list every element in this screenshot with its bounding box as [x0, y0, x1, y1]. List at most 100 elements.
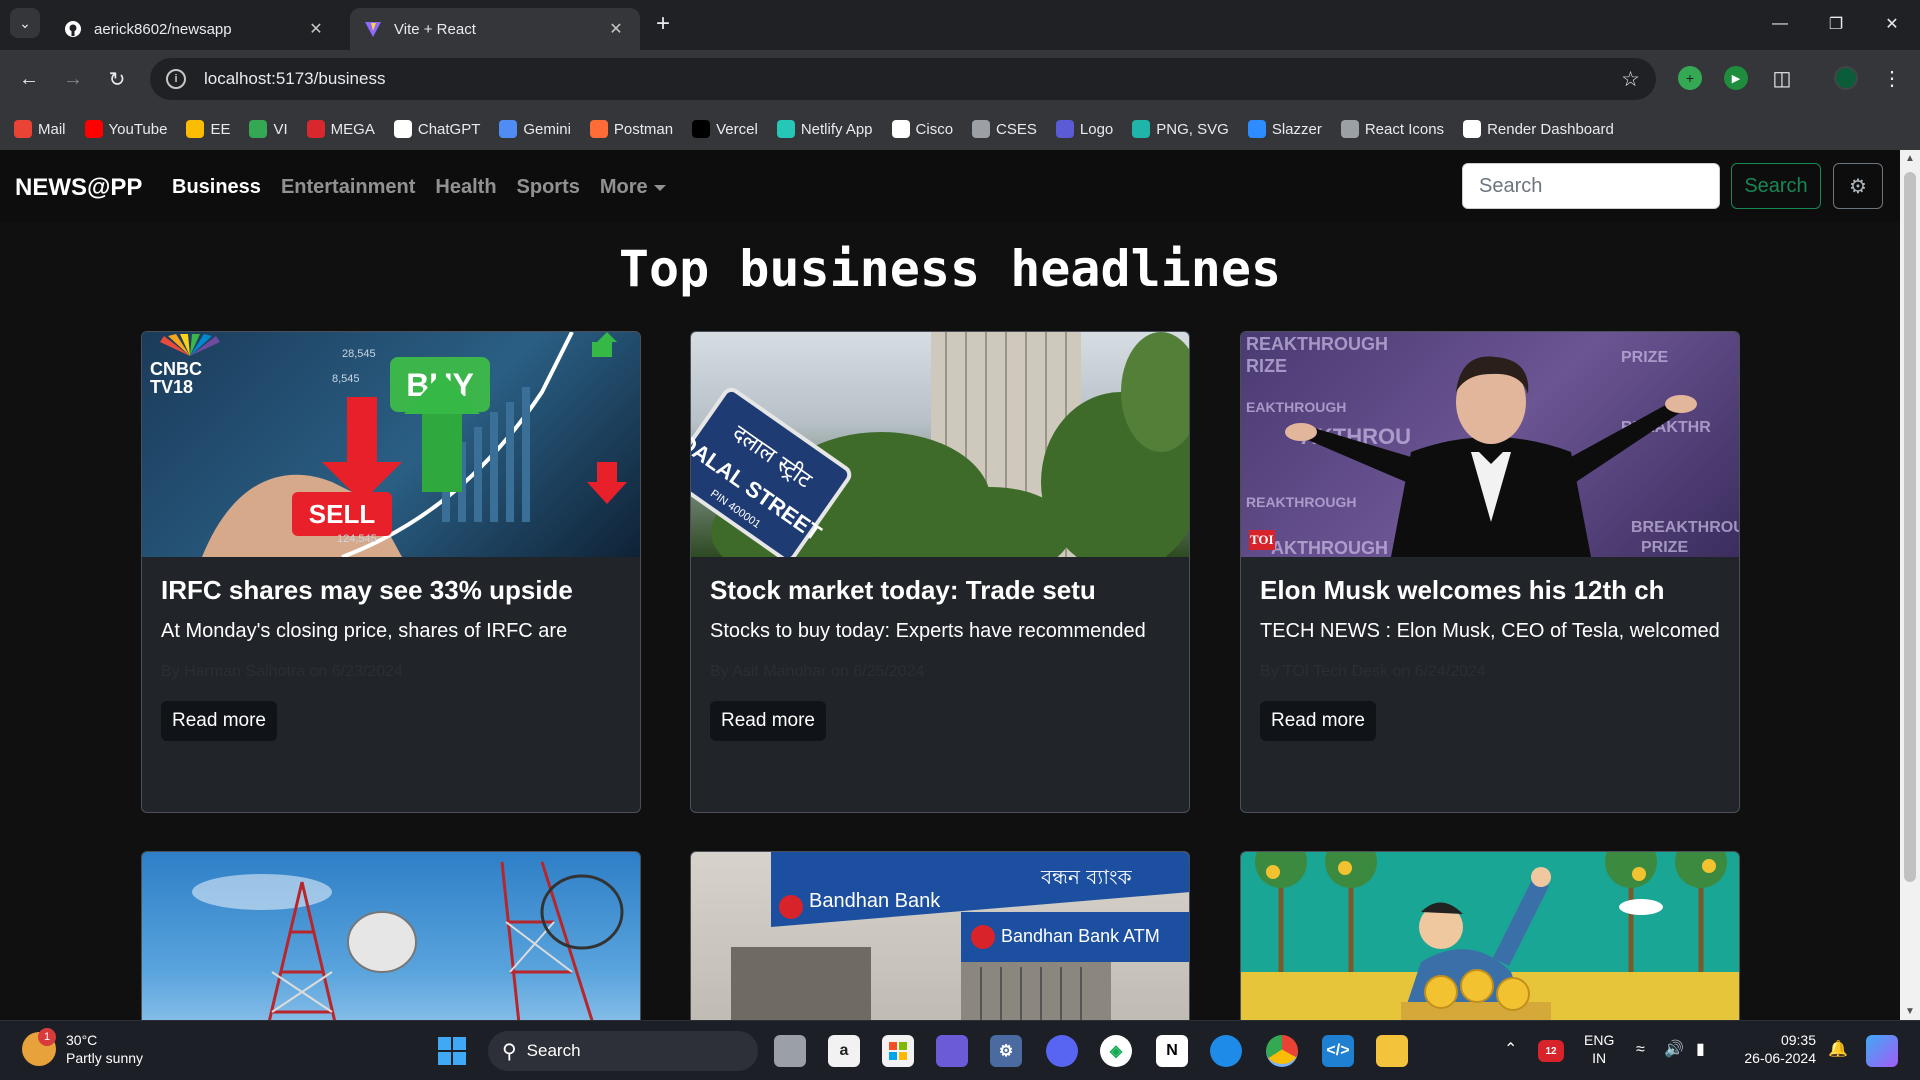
bookmark-item[interactable]: MEGA	[306, 120, 375, 138]
wifi-icon[interactable]: ≈	[1636, 1041, 1645, 1059]
tab-title: Vite + React	[394, 20, 476, 38]
bookmark-item[interactable]: Netlify App	[776, 120, 873, 138]
settings-gear-icon[interactable]: ⚙	[990, 1035, 1022, 1067]
bookmark-item[interactable]: Mail	[14, 120, 66, 138]
new-tab-button[interactable]: +	[650, 12, 676, 38]
search-button[interactable]: Search	[1731, 163, 1821, 209]
nav-link-more[interactable]: More	[600, 176, 666, 199]
file-explorer-icon[interactable]	[1376, 1035, 1408, 1067]
copilot-icon[interactable]	[936, 1035, 968, 1067]
card-description: TECH NEWS : Elon Musk, CEO of Tesla, wel…	[1260, 620, 1720, 642]
battery-icon[interactable]: ▮	[1696, 1041, 1705, 1059]
bookmark-favicon-icon	[776, 120, 795, 138]
brand-logo[interactable]: NEWS@PP	[15, 174, 142, 202]
calendar-badge-icon[interactable]: 12	[1538, 1040, 1564, 1062]
notion-icon[interactable]: N	[1156, 1035, 1188, 1067]
page-scrollbar[interactable]: ▲ ▼	[1900, 150, 1920, 1020]
site-info-icon[interactable]: i	[166, 69, 186, 89]
weather-widget[interactable]: 1 30°C Partly sunny	[22, 1028, 143, 1067]
tab-github[interactable]: aerick8602/newsapp ✕	[50, 8, 340, 50]
temperature: 30°C	[66, 1032, 98, 1048]
show-hidden-icons-chevron[interactable]: ⌃	[1504, 1041, 1517, 1059]
read-more-button[interactable]: Read more	[161, 701, 277, 741]
notifications-bell-icon[interactable]: 🔔	[1828, 1041, 1848, 1059]
bookmark-item[interactable]: Cisco	[891, 120, 954, 138]
tab-search-button[interactable]: ⌄	[10, 8, 40, 38]
bookmark-favicon-icon	[186, 120, 205, 138]
bookmark-star-icon[interactable]: ☆	[1621, 67, 1640, 92]
news-card: दलाल स्ट्रीट DALAL STREET PIN 400001 Sto…	[690, 331, 1190, 813]
bookmark-label: Logo	[1079, 120, 1114, 138]
profile-avatar[interactable]	[1834, 66, 1858, 90]
nav-link-health[interactable]: Health	[435, 176, 496, 199]
bookmark-item[interactable]: Logo	[1055, 120, 1114, 138]
window-close-icon[interactable]: ✕	[1864, 0, 1920, 48]
search-input[interactable]	[1462, 163, 1720, 209]
language-indicator[interactable]: ENG IN	[1584, 1031, 1614, 1067]
bookmark-item[interactable]: Render Dashboard	[1463, 120, 1614, 138]
volume-icon[interactable]: 🔊	[1664, 1041, 1684, 1059]
bookmark-item[interactable]: VI	[249, 120, 288, 138]
mongodb-icon[interactable]: ◈	[1100, 1035, 1132, 1067]
close-icon[interactable]: ✕	[306, 19, 326, 39]
money-tree-image	[1241, 852, 1739, 1020]
minimize-icon[interactable]: —	[1752, 0, 1808, 48]
nav-link-sports[interactable]: Sports	[517, 176, 580, 199]
theme-toggle-button[interactable]: ⚙	[1833, 163, 1883, 209]
svg-text:REAKTHROUGH: REAKTHROUGH	[1246, 334, 1388, 354]
restore-icon[interactable]: ❐	[1808, 0, 1864, 48]
bookmark-item[interactable]: PNG, SVG	[1132, 120, 1229, 138]
clock[interactable]: 09:35 26-06-2024	[1736, 1031, 1816, 1067]
chrome-icon[interactable]	[1266, 1035, 1298, 1067]
bandhan-bank-image: Bandhan Bank বন্ধন ব্যাংক Bandhan Bank A…	[691, 852, 1189, 1020]
read-more-button[interactable]: Read more	[710, 701, 826, 741]
extension-plus-icon[interactable]: +	[1678, 66, 1702, 90]
tab-strip: ⌄ aerick8602/newsapp ✕ Vite + React ✕ + …	[0, 0, 1920, 50]
scroll-down-arrow-icon[interactable]: ▼	[1900, 1003, 1920, 1020]
close-icon[interactable]: ✕	[606, 19, 626, 39]
bookmark-item[interactable]: ChatGPT	[393, 120, 480, 138]
bookmark-item[interactable]: Slazzer	[1247, 120, 1322, 138]
notification-badge: 1	[38, 1028, 56, 1046]
microsoft-store-icon[interactable]	[882, 1035, 914, 1067]
amazon-icon[interactable]: a	[828, 1035, 860, 1067]
extensions-puzzle-icon[interactable]: ◫	[1770, 66, 1794, 90]
back-arrow-icon[interactable]: ←	[14, 64, 44, 94]
bookmark-item[interactable]: CSES	[972, 120, 1037, 138]
bookmark-label: Cisco	[915, 120, 954, 138]
discord-icon[interactable]	[1046, 1035, 1078, 1067]
forward-arrow-icon[interactable]: →	[58, 64, 88, 94]
vscode-icon[interactable]: </>	[1322, 1035, 1354, 1067]
bookmark-favicon-icon	[1055, 120, 1074, 138]
read-more-button[interactable]: Read more	[1260, 701, 1376, 741]
edge-icon[interactable]	[1210, 1035, 1242, 1067]
bookmark-label: Postman	[613, 120, 674, 138]
reload-icon[interactable]: ↻	[102, 64, 132, 94]
nav-link-business[interactable]: Business	[172, 176, 261, 199]
bookmark-item[interactable]: React Icons	[1340, 120, 1444, 138]
scrollbar-thumb[interactable]	[1904, 172, 1916, 882]
tab-title: aerick8602/newsapp	[94, 20, 232, 38]
bookmark-item[interactable]: Vercel	[692, 120, 758, 138]
bookmark-item[interactable]: EE	[186, 120, 230, 138]
address-bar[interactable]: i localhost:5173/business ☆	[150, 58, 1656, 100]
bookmark-item[interactable]: Postman	[589, 120, 674, 138]
extension-sound-icon[interactable]: ▶	[1724, 66, 1748, 90]
copilot-tray-icon[interactable]	[1866, 1035, 1898, 1067]
windows-taskbar: 1 30°C Partly sunny ⚲ Search a ⚙ ◈ N </>…	[0, 1020, 1920, 1080]
window-controls: — ❐ ✕	[1752, 0, 1920, 50]
taskbar-search[interactable]: ⚲ Search	[488, 1031, 758, 1071]
task-view-icon[interactable]	[774, 1035, 806, 1067]
bookmark-item[interactable]: YouTube	[84, 120, 167, 138]
scroll-up-arrow-icon[interactable]: ▲	[1900, 150, 1920, 167]
telecom-tower-image	[142, 852, 640, 1020]
menu-dots-icon[interactable]: ⋮	[1880, 66, 1904, 90]
nav-link-entertainment[interactable]: Entertainment	[281, 176, 415, 199]
bookmark-favicon-icon	[393, 120, 412, 138]
time: 09:35	[1780, 1032, 1816, 1048]
url-text[interactable]: localhost:5173/business	[204, 69, 385, 89]
windows-start-icon[interactable]	[436, 1035, 468, 1067]
tab-vite-react[interactable]: Vite + React ✕	[350, 8, 640, 50]
bookmark-item[interactable]: Gemini	[499, 120, 571, 138]
card-description: Stocks to buy today: Experts have recomm…	[710, 620, 1146, 642]
